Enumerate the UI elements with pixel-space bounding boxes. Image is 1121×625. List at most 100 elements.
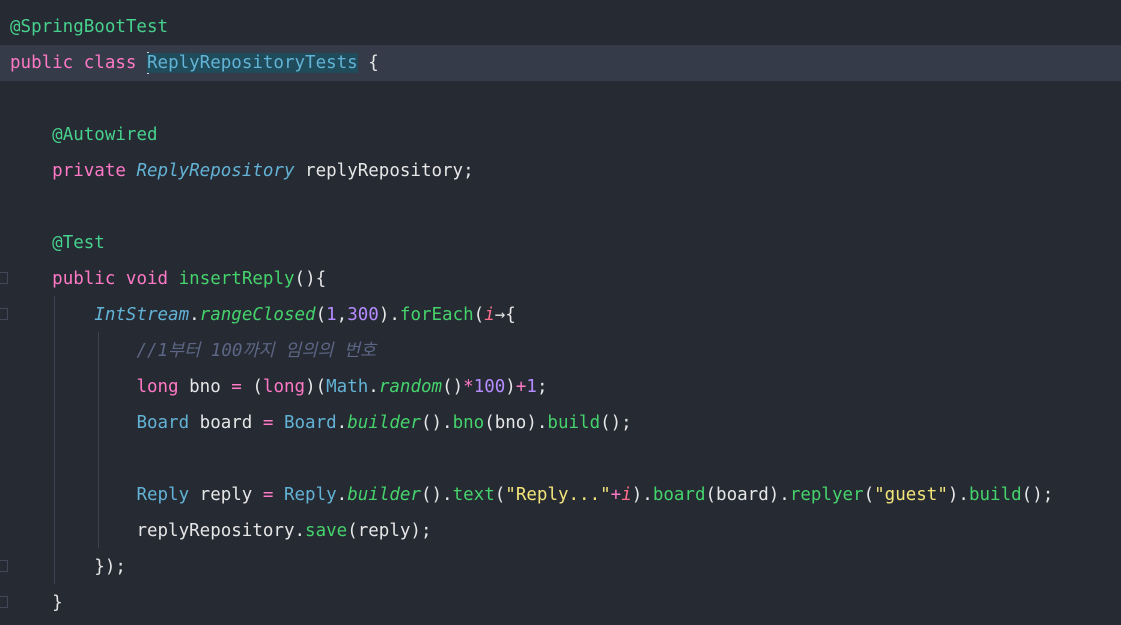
code-token: ();: [1021, 485, 1054, 505]
code-token: }: [52, 593, 63, 613]
code-token: .: [294, 521, 306, 541]
code-token: @Autowired: [52, 125, 158, 145]
code-line[interactable]: }: [0, 585, 1121, 621]
code-token: board: [189, 413, 263, 433]
code-line[interactable]: });: [0, 549, 1121, 585]
code-token: class: [83, 53, 137, 73]
code-token: builder: [347, 413, 421, 433]
code-token: ().: [420, 413, 453, 433]
code-token: long: [136, 377, 179, 397]
code-token: ReplyRepository: [136, 161, 295, 181]
code-line[interactable]: private ReplyRepository replyRepository;: [0, 153, 1121, 189]
code-token: (): [442, 377, 464, 397]
code-token: .: [336, 413, 348, 433]
code-line[interactable]: IntStream.rangeClosed(1,300).forEach(i→{: [0, 297, 1121, 333]
code-token: insertReply: [178, 269, 295, 289]
code-token: ReplyRepositoryTests: [147, 53, 358, 73]
code-token: @SpringBootTest: [10, 17, 169, 37]
code-line[interactable]: Board board = Board.builder().bno(bno).b…: [0, 405, 1121, 441]
code-token: //1부터 100까지 임의의 번호: [136, 341, 377, 361]
code-token: Reply: [136, 485, 190, 505]
code-line[interactable]: long bno = (long)(Math.random()*100)+1;: [0, 369, 1121, 405]
code-token: .: [336, 485, 348, 505]
code-token: replyRepository: [136, 521, 295, 541]
code-token: replyer: [789, 485, 864, 505]
code-line[interactable]: [0, 189, 1121, 225]
code-token: =: [262, 413, 274, 433]
code-token: bno: [452, 413, 485, 433]
code-line[interactable]: Reply reply = Reply.builder().text("Repl…: [0, 477, 1121, 513]
code-token: =: [231, 377, 242, 397]
code-token: replyRepository;: [294, 161, 474, 181]
code-token: =: [262, 485, 274, 505]
code-token: .: [368, 377, 379, 397]
code-token: builder: [347, 485, 421, 505]
code-token: )(: [305, 377, 327, 397]
code-token: rangeClosed: [199, 305, 316, 325]
code-token: ).: [631, 485, 653, 505]
code-token: (: [473, 305, 485, 325]
code-line[interactable]: replyRepository.save(reply);: [0, 513, 1121, 549]
code-token: Board: [136, 413, 190, 433]
code-token: bno: [178, 377, 232, 397]
code-token: long: [262, 377, 306, 397]
code-token: void: [125, 269, 169, 289]
code-token: 300: [347, 305, 379, 325]
code-line[interactable]: public class ReplyRepositoryTests {: [0, 45, 1121, 81]
code-token: "Reply...": [505, 485, 611, 505]
code-token: (board).: [705, 485, 790, 505]
code-token: text: [452, 485, 495, 505]
code-token: public: [10, 53, 74, 73]
code-token: 1: [326, 305, 337, 325]
code-token: @Test: [52, 233, 105, 253]
code-line[interactable]: //1부터 100까지 임의의 번호: [0, 333, 1121, 369]
code-token: ).: [947, 485, 969, 505]
code-editor[interactable]: @SpringBootTest public class ReplyReposit…: [0, 0, 1121, 625]
code-token: (: [494, 485, 506, 505]
code-token: });: [94, 557, 126, 577]
code-token: 1: [526, 377, 537, 397]
code-token: (: [863, 485, 875, 505]
code-token: random: [378, 377, 443, 397]
code-token: (){: [294, 269, 327, 289]
code-token: board: [652, 485, 706, 505]
code-token: private: [52, 161, 126, 181]
code-token: ();: [600, 413, 632, 433]
code-line[interactable]: [0, 81, 1121, 117]
code-token: forEach: [399, 305, 474, 325]
code-token: (: [241, 377, 263, 397]
code-line[interactable]: public void insertReply(){: [0, 261, 1121, 297]
code-token: build: [547, 413, 601, 433]
code-token: i: [621, 485, 632, 505]
code-token: (bno).: [484, 413, 548, 433]
code-line[interactable]: @SpringBootTest: [0, 9, 1121, 45]
code-token: "guest": [874, 485, 948, 505]
code-token: →{: [494, 305, 516, 325]
code-token: ;: [536, 377, 548, 397]
code-token: ().: [420, 485, 453, 505]
code-token: (: [315, 305, 327, 325]
code-token: save: [305, 521, 348, 541]
code-token: IntStream: [94, 305, 190, 325]
code-line[interactable]: [0, 441, 1121, 477]
code-token: ,: [336, 305, 348, 325]
code-line[interactable]: @Autowired: [0, 117, 1121, 153]
code-token: Reply: [283, 485, 337, 505]
code-token: public: [52, 269, 116, 289]
code-token: i: [484, 305, 495, 325]
code-token: build: [968, 485, 1022, 505]
code-line[interactable]: @Test: [0, 225, 1121, 261]
code-token: reply: [189, 485, 263, 505]
